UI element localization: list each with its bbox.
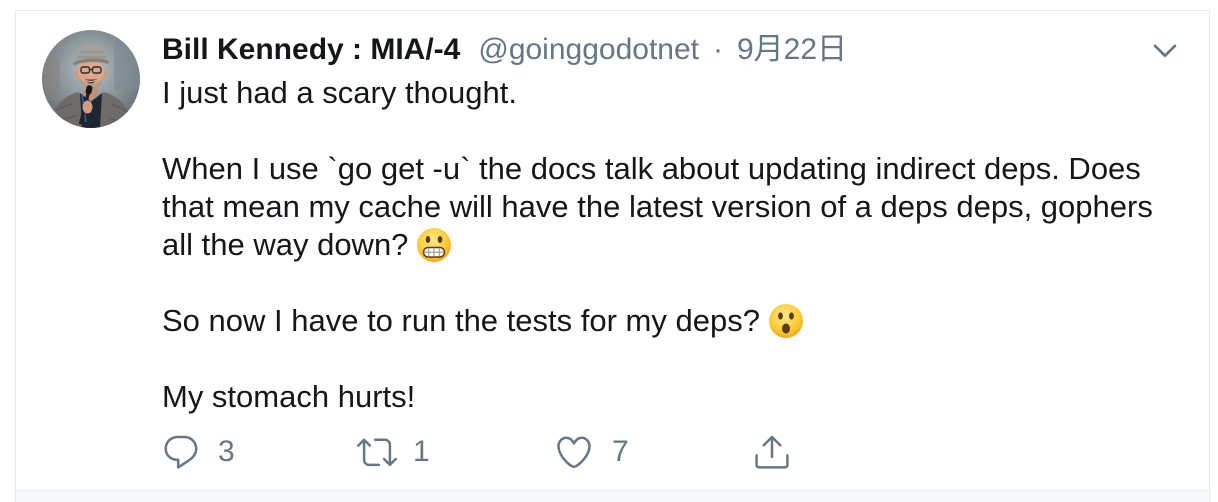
- tweet-text-line: that mean my cache will have the latest …: [162, 188, 1153, 226]
- retweet-count: 1: [413, 435, 430, 468]
- tweet-text-line-content: When I use `go get -u` the docs talk abo…: [162, 151, 1141, 186]
- heart-icon[interactable]: [554, 432, 594, 472]
- reply-count: 3: [218, 435, 235, 468]
- tweet-paragraph: My stomach hurts!: [162, 378, 1153, 416]
- profile-photo: [42, 30, 140, 128]
- tweet-text: I just had a scary thought. When I use `…: [162, 74, 1153, 416]
- next-tweet-divider: [15, 491, 1210, 502]
- tweet-header: Bill Kennedy : MIA/-4 @goinggodotnet · 9…: [162, 32, 847, 68]
- retweet-button[interactable]: 1: [357, 432, 430, 472]
- share-button[interactable]: [752, 432, 792, 472]
- grimacing-face-emoji: [417, 228, 452, 262]
- tweet-text-line: So now I have to run the tests for my de…: [162, 302, 1153, 340]
- face-with-open-mouth-emoji: [768, 304, 803, 338]
- retweet-icon[interactable]: [357, 432, 397, 472]
- tweet-paragraph: So now I have to run the tests for my de…: [162, 302, 1153, 340]
- tweet-card[interactable]: Bill Kennedy : MIA/-4 @goinggodotnet · 9…: [15, 10, 1210, 491]
- author-name[interactable]: Bill Kennedy : MIA/-4: [162, 32, 460, 68]
- header-separator: ·: [713, 33, 723, 66]
- reply-button[interactable]: 3: [161, 432, 235, 472]
- tweet-text-line: I just had a scary thought.: [162, 74, 1153, 112]
- tweet-text-line-content: that mean my cache will have the latest …: [162, 189, 1153, 224]
- like-button[interactable]: 7: [554, 432, 629, 472]
- tweet-paragraph: When I use `go get -u` the docs talk abo…: [162, 150, 1153, 264]
- tweet-paragraph: I just had a scary thought.: [162, 74, 1153, 112]
- reply-icon[interactable]: [161, 432, 201, 472]
- tweet-text-line-content: My stomach hurts!: [162, 379, 416, 414]
- tweet-text-line: When I use `go get -u` the docs talk abo…: [162, 150, 1153, 188]
- tweet-menu-button[interactable]: [1149, 34, 1181, 66]
- share-icon[interactable]: [752, 432, 792, 472]
- chevron-down-icon[interactable]: [1149, 34, 1181, 66]
- like-count: 7: [612, 435, 629, 468]
- tweet-text-line-content: I just had a scary thought.: [162, 75, 517, 110]
- tweet-text-line: My stomach hurts!: [162, 378, 1153, 416]
- tweet-text-line-content: all the way down?: [162, 227, 409, 262]
- author-handle[interactable]: @goinggodotnet: [478, 32, 699, 68]
- tweet-date[interactable]: 9月22日: [737, 32, 847, 68]
- tweet-text-line: all the way down?: [162, 226, 1153, 264]
- tweet-text-line-content: So now I have to run the tests for my de…: [162, 303, 760, 338]
- avatar[interactable]: [42, 30, 140, 128]
